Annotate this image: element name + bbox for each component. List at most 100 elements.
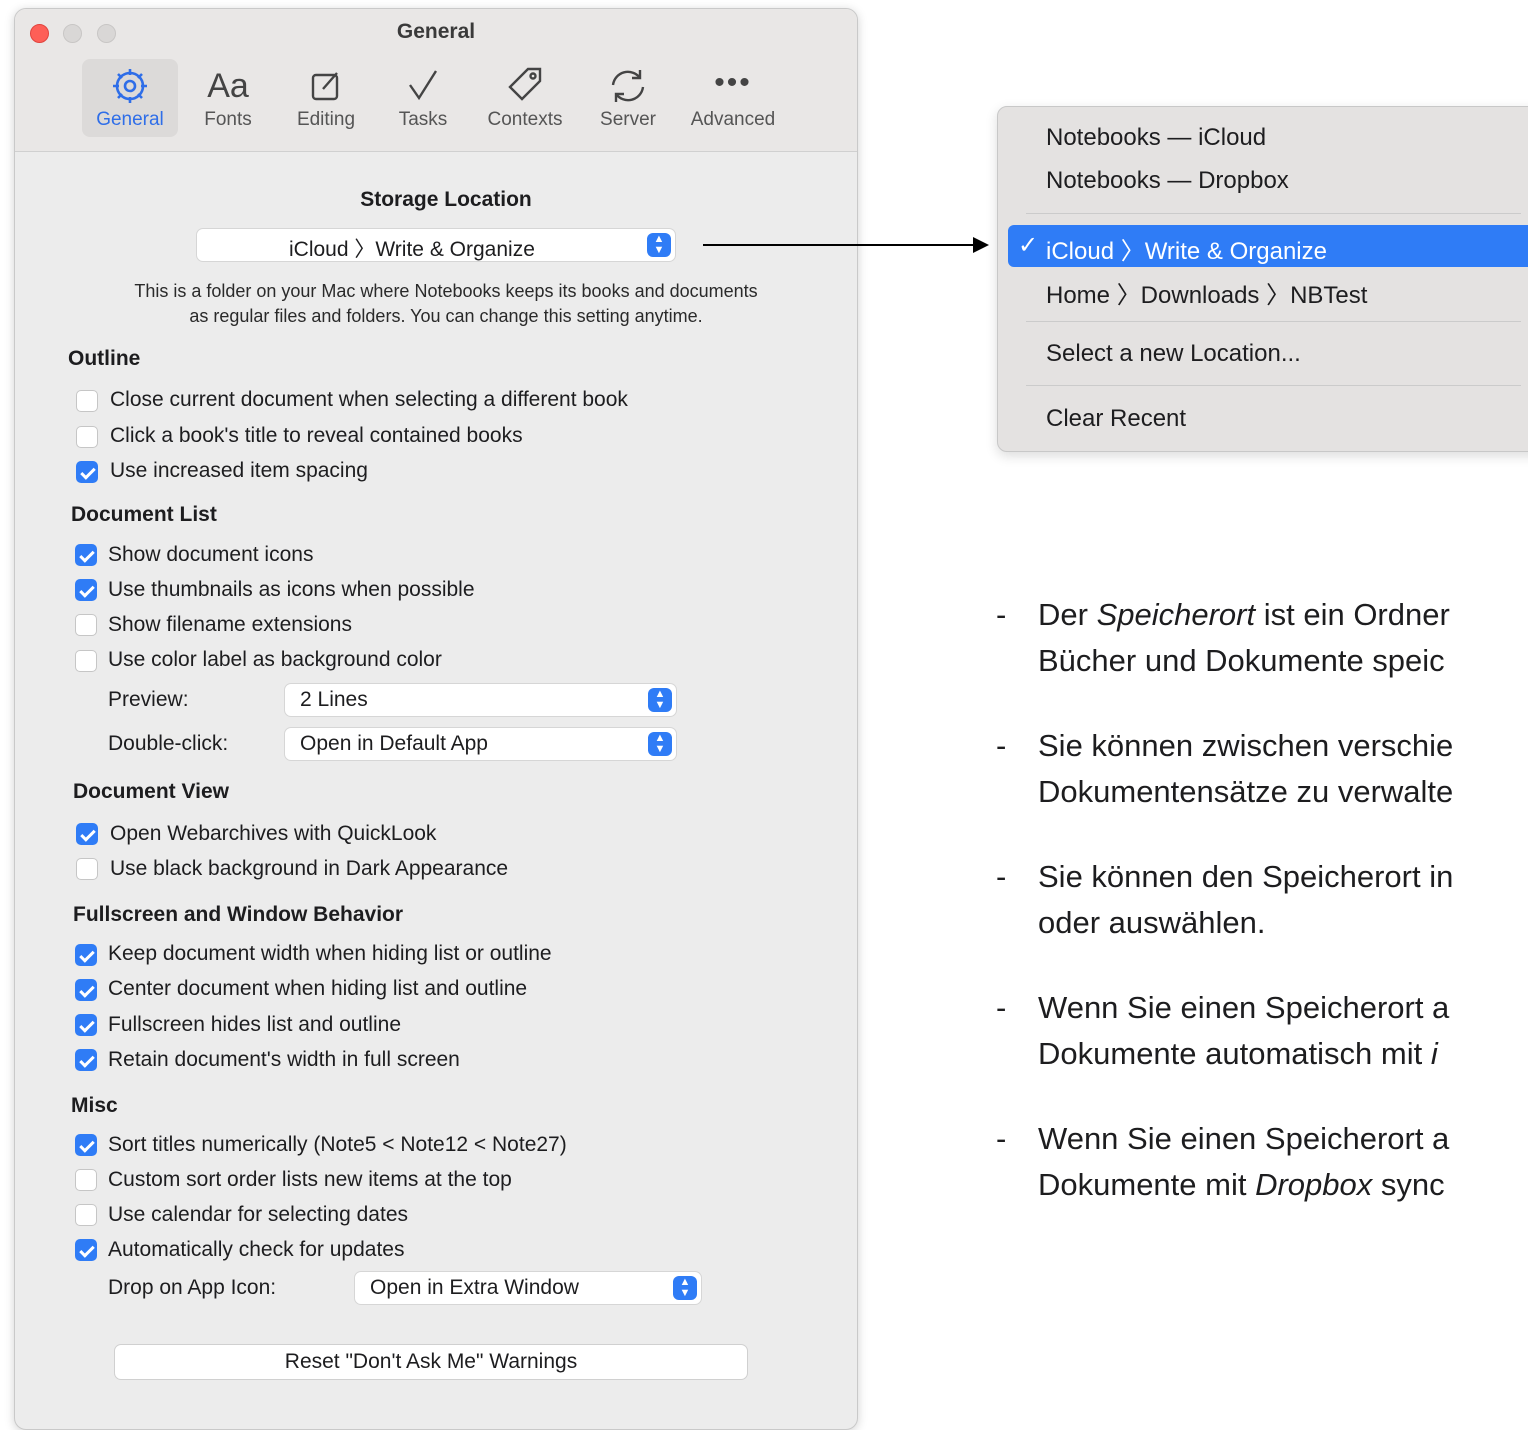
menu-item-select-new-location[interactable]: Select a new Location... (1046, 340, 1301, 368)
sort-numerically-checkbox[interactable] (75, 1134, 97, 1156)
preview-label: Preview: (108, 688, 189, 711)
show-filename-extensions-label: Show filename extensions (108, 613, 352, 636)
auto-updates-checkbox[interactable] (75, 1239, 97, 1261)
popup-chevron-icon: ▲ ▼ (673, 1276, 697, 1300)
show-document-icons-checkbox[interactable] (75, 544, 97, 566)
toolbar: General General Aa Fonts Editing Tasks C… (15, 9, 857, 152)
double-click-value: Open in Default App (300, 732, 488, 755)
tab-server[interactable]: Server (587, 59, 669, 137)
arrow-right-icon (973, 237, 989, 253)
note-line: Sie können zwischen verschie (1038, 728, 1454, 763)
menu-item-home-downloads-nbtest[interactable]: Home 〉Downloads 〉NBTest (1046, 275, 1367, 310)
reset-warnings-button[interactable]: Reset "Don't Ask Me" Warnings (114, 1344, 748, 1380)
note-text: ist ein Ordner (1255, 597, 1450, 632)
note-line: Bücher und Dokumente speic (1038, 643, 1445, 678)
note-line: Dokumente mit Dropbox sync (1038, 1162, 1449, 1208)
note-line: Sie können den Speicherort in (1038, 859, 1454, 894)
ellipsis-icon: ••• (714, 66, 752, 99)
click-title-reveal-label: Click a book's title to reveal contained… (110, 424, 523, 447)
note-text: Dokumente mit (1038, 1167, 1256, 1202)
custom-sort-top-checkbox[interactable] (75, 1169, 97, 1191)
fullscreen-hides-label: Fullscreen hides list and outline (108, 1013, 401, 1036)
retain-width-checkbox[interactable] (75, 1049, 97, 1071)
fullscreen-hides-checkbox[interactable] (75, 1014, 97, 1036)
use-thumbnails-checkbox[interactable] (75, 579, 97, 601)
tab-editing[interactable]: Editing (283, 59, 369, 137)
double-click-popup[interactable]: Open in Default App ▲ ▼ (284, 727, 677, 761)
menu-item-notebooks-dropbox[interactable]: Notebooks — Dropbox (1046, 167, 1289, 195)
drop-on-app-icon-popup[interactable]: Open in Extra Window ▲ ▼ (354, 1271, 702, 1305)
menu-item-clear-recent[interactable]: Clear Recent (1046, 405, 1186, 433)
fonts-icon: Aa (207, 67, 249, 105)
tab-general[interactable]: General (82, 59, 178, 137)
pointer-arrow-line (703, 244, 975, 246)
tab-advanced[interactable]: ••• Advanced (683, 59, 783, 137)
close-current-document-label: Close current document when selecting a … (110, 388, 628, 411)
increased-spacing-checkbox[interactable] (76, 461, 98, 483)
sync-icon (587, 63, 669, 109)
note-line: oder auswählen. (1038, 905, 1266, 940)
menu-separator (1026, 213, 1521, 214)
storage-description-line: This is a folder on your Mac where Noteb… (134, 281, 758, 301)
tab-contexts[interactable]: Contexts (480, 59, 570, 137)
tab-label: Contexts (487, 109, 563, 130)
preview-popup[interactable]: 2 Lines ▲ ▼ (284, 683, 677, 717)
custom-sort-top-label: Custom sort order lists new items at the… (108, 1168, 512, 1191)
drop-on-app-icon-value: Open in Extra Window (370, 1276, 579, 1299)
use-calendar-label: Use calendar for selecting dates (108, 1203, 408, 1226)
note-emphasis: i (1430, 1036, 1438, 1071)
document-list-title: Document List (71, 503, 217, 526)
center-document-checkbox[interactable] (75, 979, 97, 1001)
tab-label: Advanced (690, 109, 776, 130)
note-line: Wenn Sie einen Speicherort a (1038, 990, 1450, 1025)
storage-location-title: Storage Location (360, 188, 532, 211)
note-bullet: - (996, 859, 1007, 894)
center-document-label: Center document when hiding list and out… (108, 977, 528, 1000)
preferences-window: General General Aa Fonts Editing Tasks C… (14, 8, 858, 1430)
menu-item-icloud-write-organize[interactable]: ✓ iCloud 〉Write & Organize (1008, 225, 1528, 267)
close-current-document-checkbox[interactable] (76, 390, 98, 412)
storage-location-popup[interactable]: iCloud 〉Write & Organize ▲ ▼ (196, 228, 676, 262)
note-line: Dokumentensätze zu verwalte (1038, 774, 1454, 809)
webarchives-quicklook-checkbox[interactable] (76, 823, 98, 845)
use-thumbnails-label: Use thumbnails as icons when possible (108, 578, 475, 601)
outline-title: Outline (68, 347, 141, 370)
show-filename-extensions-checkbox[interactable] (75, 614, 97, 636)
tab-label: General (96, 109, 164, 130)
popup-chevron-icon: ▲ ▼ (647, 233, 671, 257)
keep-width-label: Keep document width when hiding list or … (108, 942, 552, 965)
tab-tasks[interactable]: Tasks (385, 59, 461, 137)
drop-on-app-icon-label: Drop on App Icon: (108, 1276, 277, 1299)
tab-label: Server (600, 109, 656, 130)
note-bullet: - (996, 597, 1007, 632)
storage-description-line: as regular files and folders. You can ch… (189, 306, 703, 326)
preview-value: 2 Lines (300, 688, 368, 711)
use-calendar-checkbox[interactable] (75, 1204, 97, 1226)
editing-icon (283, 63, 369, 109)
menu-separator (1026, 321, 1521, 322)
double-click-label: Double-click: (108, 732, 229, 755)
note-text: Der (1038, 597, 1097, 632)
popup-chevron-icon: ▲ ▼ (648, 688, 672, 712)
note-emphasis: Dropbox (1255, 1167, 1373, 1202)
menu-item-label: iCloud 〉Write & Organize (1046, 238, 1327, 265)
menu-separator (1026, 385, 1521, 386)
click-title-reveal-checkbox[interactable] (76, 426, 98, 448)
menu-item-notebooks-icloud[interactable]: Notebooks — iCloud (1046, 124, 1266, 152)
tab-fonts[interactable]: Aa Fonts (190, 59, 266, 137)
tab-label: Editing (296, 109, 356, 130)
black-background-checkbox[interactable] (76, 858, 98, 880)
tab-label: Tasks (398, 109, 448, 130)
note-emphasis: Speicherort (1096, 597, 1256, 632)
storage-location-menu: Notebooks — iCloud Notebooks — Dropbox ✓… (997, 106, 1528, 452)
gear-icon (82, 63, 178, 109)
note-bullet: - (996, 990, 1007, 1025)
window-title: General (396, 20, 476, 43)
keep-width-checkbox[interactable] (75, 944, 97, 966)
note-bullet: - (996, 728, 1007, 763)
document-view-title: Document View (73, 780, 229, 803)
note-line: Der Speicherort ist ein Ordner (1038, 592, 1450, 638)
note-bullet: - (996, 1121, 1007, 1156)
show-document-icons-label: Show document icons (108, 543, 314, 566)
color-label-background-checkbox[interactable] (75, 650, 97, 672)
